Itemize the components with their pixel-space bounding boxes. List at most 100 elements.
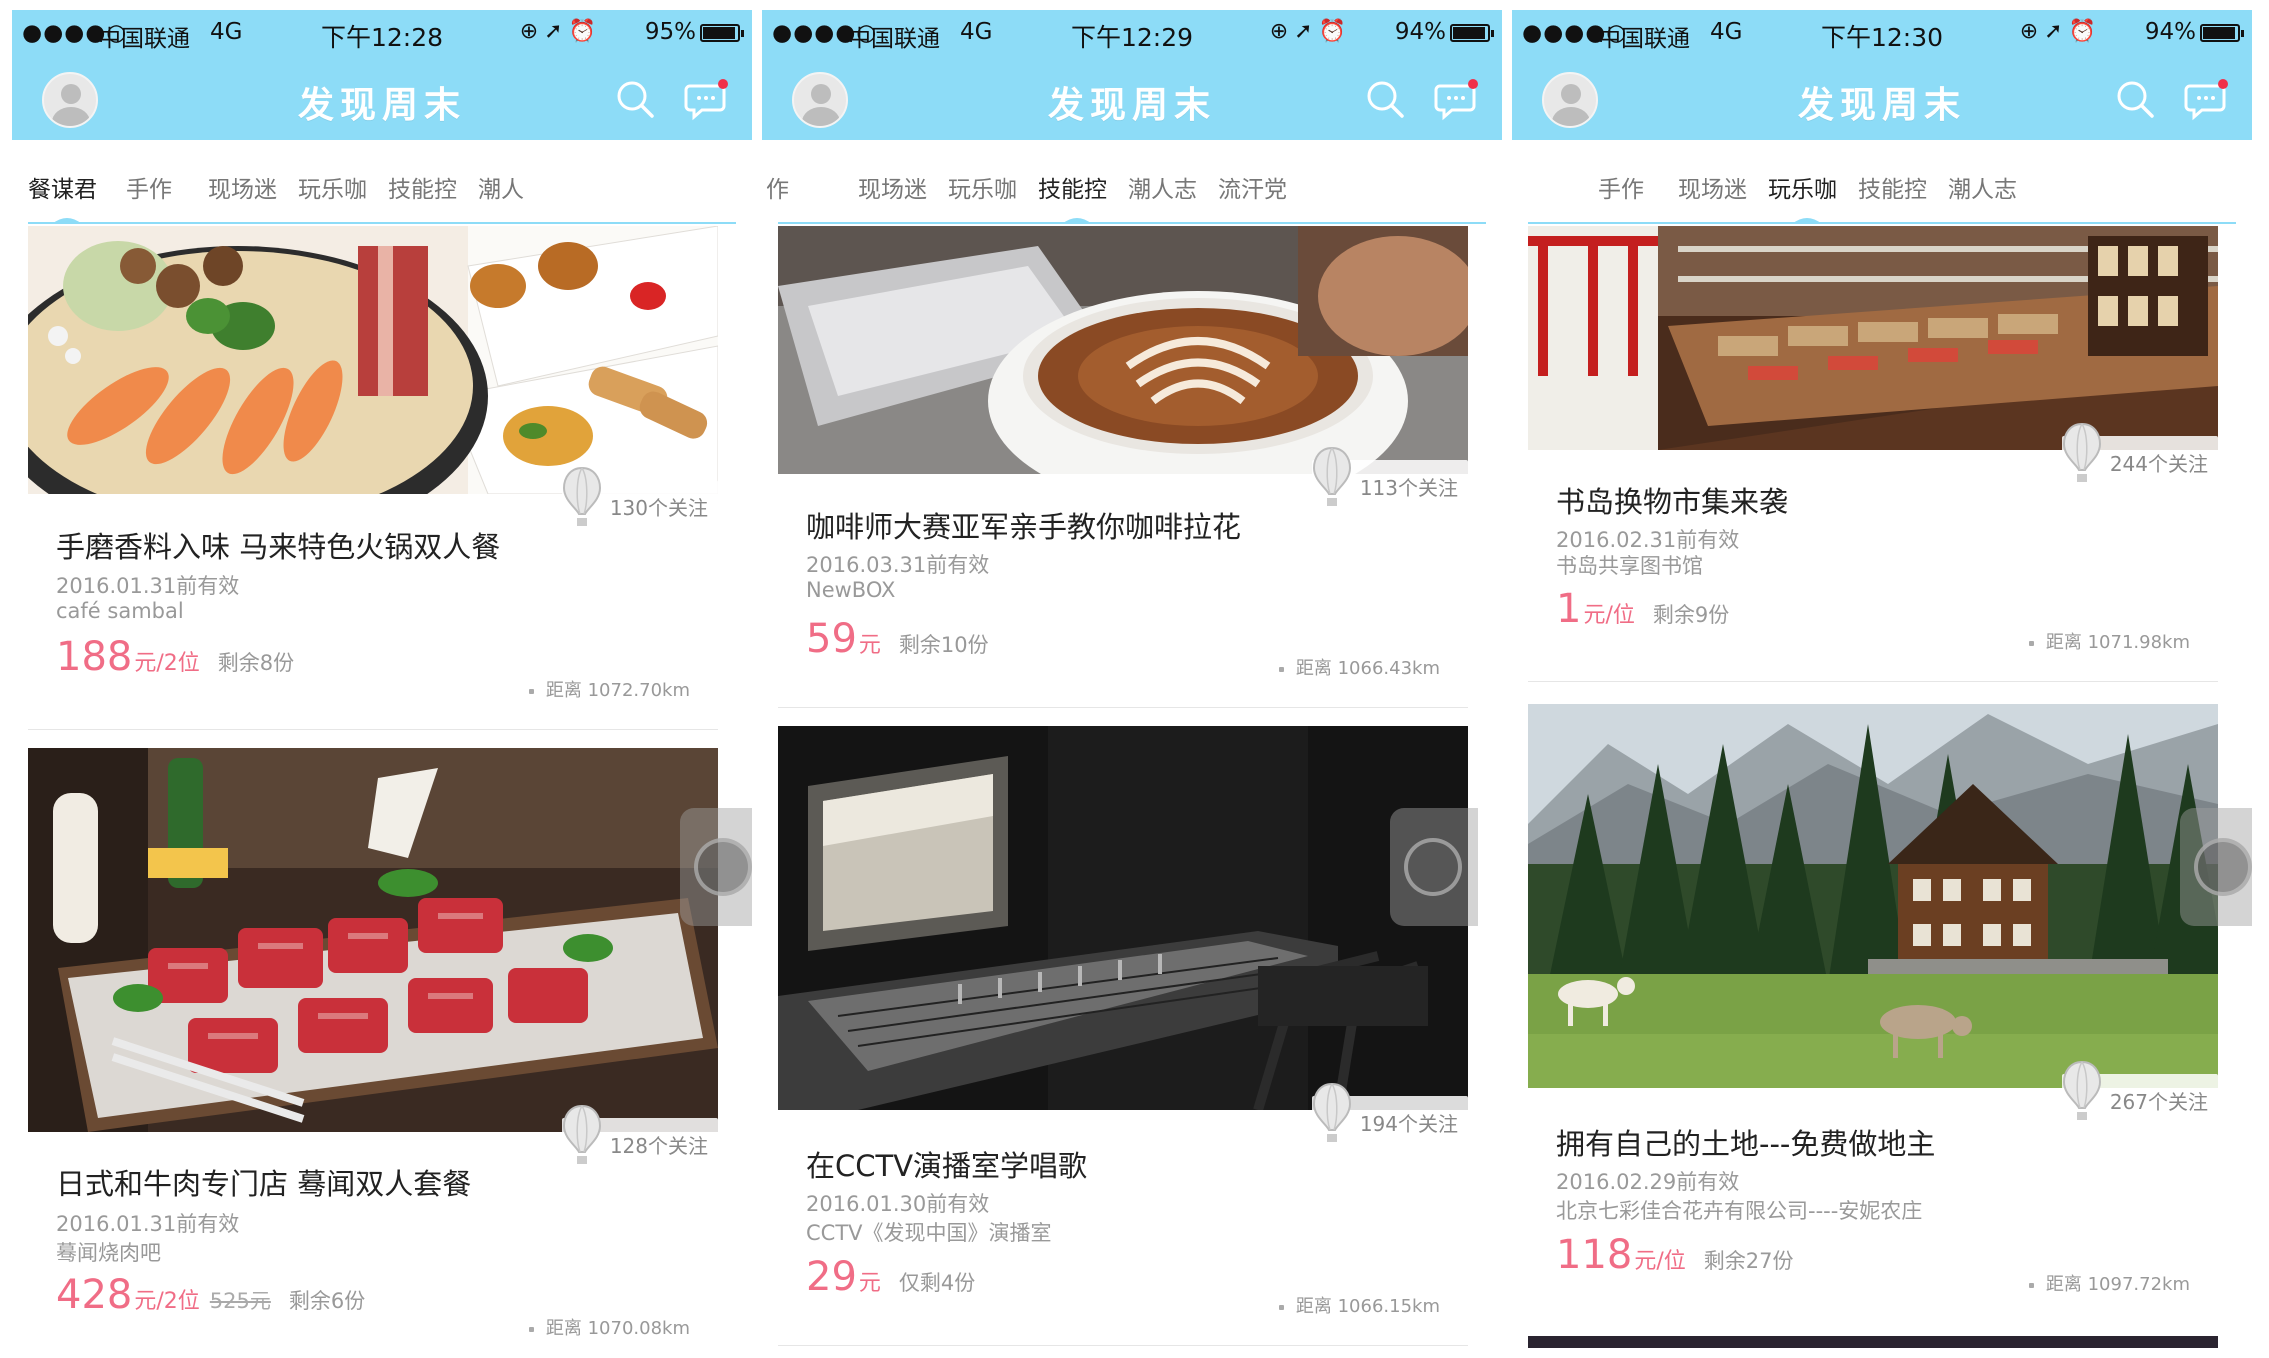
floating-assistive-button[interactable] <box>1390 808 1478 926</box>
status-time: 下午12:28 <box>320 23 444 52</box>
balloon-icon <box>562 466 602 528</box>
tab-chaoren[interactable]: 潮人 <box>478 170 524 204</box>
message-button[interactable] <box>684 76 730 122</box>
tab-jinengkong[interactable]: 技能控 <box>1858 170 1927 204</box>
follow-count-badge[interactable]: 113个关注 <box>1311 446 1468 506</box>
status-icons: ⊕➚⏰ <box>1270 19 1352 44</box>
deal-price-row: 1元/位 剩余9份 <box>1556 586 1729 632</box>
tab-wanleka[interactable]: 玩乐咖 <box>948 170 1017 204</box>
deal-card[interactable]: 267个关注 拥有自己的土地---免费做地主 2016.02.29前有效 北京七… <box>1528 704 2218 1304</box>
tab-wanleka[interactable]: 玩乐咖 <box>1768 170 1837 204</box>
tab-wanleka[interactable]: 玩乐咖 <box>298 170 367 204</box>
message-button[interactable] <box>2184 76 2230 122</box>
battery-percent: 95% <box>644 19 696 45</box>
deal-card[interactable]: 130个关注 手磨香料入味 马来特色火锅双人餐 2016.01.31前有效 ca… <box>28 226 718 730</box>
deal-venue: 北京七彩佳合花卉有限公司----安妮农庄 <box>1556 1199 1923 1223</box>
lock-icon: ⊕ <box>2019 19 2045 44</box>
lock-icon: ⊕ <box>519 19 545 44</box>
deal-card[interactable]: 194个关注 在CCTV演播室学唱歌 2016.01.30前有效 CCTV《发现… <box>778 726 1468 1346</box>
top-bar: ●●●●○ 中国联通 4G 下午12:29 ⊕➚⏰ 94% 发现周末 <box>762 10 1502 140</box>
deal-title: 书岛换物市集来袭 <box>1556 485 1789 519</box>
follow-count: 244个关注 <box>2109 452 2208 476</box>
deal-price: 428 <box>56 1272 133 1318</box>
location-arrow-icon: ➚ <box>1294 19 1319 44</box>
floating-assistive-button[interactable] <box>680 808 752 926</box>
follow-count-badge[interactable]: 244个关注 <box>2061 422 2218 482</box>
deal-card-partial[interactable] <box>1528 1336 2218 1348</box>
search-button[interactable] <box>2112 76 2158 122</box>
deal-distance: 距离 1066.15km <box>1278 1292 1440 1318</box>
tab-xianchangmi[interactable]: 现场迷 <box>208 170 277 204</box>
deal-distance-text: 距离 1071.98km <box>2045 632 2190 653</box>
floating-assistive-button[interactable] <box>2180 808 2252 926</box>
deal-title: 在CCTV演播室学唱歌 <box>806 1149 1088 1183</box>
deal-distance-text: 距离 1066.15km <box>1295 1296 1440 1317</box>
top-bar: ●●●●○ 中国联通 4G 下午12:30 ⊕➚⏰ 94% 发现周末 <box>1512 10 2252 140</box>
search-button[interactable] <box>612 76 658 122</box>
tab-chaorenzhi[interactable]: 潮人志 <box>1128 170 1197 204</box>
alarm-icon: ⏰ <box>2068 19 2102 44</box>
tab-canmoujun[interactable]: 餐谋君 <box>28 170 97 204</box>
card-divider <box>1528 681 2218 682</box>
search-icon <box>617 81 654 118</box>
tab-shouzuo[interactable]: 作 <box>766 170 789 204</box>
deal-venue: 书岛共享图书馆 <box>1556 554 1703 578</box>
deal-distance-text: 距离 1072.70km <box>545 680 690 701</box>
deal-price-row: 188元/2位 剩余8份 <box>56 634 294 680</box>
battery-percent: 94% <box>1394 19 1446 45</box>
message-button[interactable] <box>1434 76 1480 122</box>
deal-card[interactable]: 244个关注 书岛换物市集来袭 2016.02.31前有效 书岛共享图书馆 1元… <box>1528 226 2218 682</box>
deal-price-unit: 元 <box>858 633 881 658</box>
card-divider <box>778 1345 1468 1346</box>
tab-jinengkong[interactable]: 技能控 <box>388 170 457 204</box>
deal-card[interactable]: 113个关注 咖啡师大赛亚军亲手教你咖啡拉花 2016.03.31前有效 New… <box>778 226 1468 708</box>
tab-shouzuo[interactable]: 手作 <box>126 170 172 204</box>
deal-distance: 距离 1071.98km <box>2028 628 2190 654</box>
follow-count: 130个关注 <box>609 496 708 520</box>
deal-price: 118 <box>1556 1232 1633 1278</box>
deal-venue: CCTV《发现中国》演播室 <box>806 1221 1052 1245</box>
screenshots-collage: ●●●●○ 中国联通 4G 下午12:28 ⊕➚⏰ 95% 发现周末 餐谋君 手… <box>0 0 2269 1358</box>
status-bar: ●●●●○ 中国联通 4G 下午12:29 ⊕➚⏰ 94% <box>762 10 1502 56</box>
tab-liuhandang[interactable]: 流汗党 <box>1218 170 1287 204</box>
follow-count-badge[interactable]: 130个关注 <box>561 466 718 526</box>
deal-distance-text: 距离 1070.08km <box>545 1318 690 1339</box>
tab-xianchangmi[interactable]: 现场迷 <box>1678 170 1747 204</box>
tab-active-indicator <box>1792 214 1822 224</box>
tab-chaorenzhi[interactable]: 潮人志 <box>1948 170 2017 204</box>
alarm-icon: ⏰ <box>1318 19 1352 44</box>
follow-count: 267个关注 <box>2109 1090 2208 1114</box>
tab-xianchangmi[interactable]: 现场迷 <box>858 170 927 204</box>
deal-price-row: 29元 仅剩4份 <box>806 1254 975 1300</box>
tab-underline <box>778 222 1486 224</box>
search-button[interactable] <box>1362 76 1408 122</box>
battery-percent: 94% <box>2144 19 2196 45</box>
deal-price-unit: 元/位 <box>1634 1249 1686 1274</box>
phone-screen-1: ●●●●○ 中国联通 4G 下午12:28 ⊕➚⏰ 95% 发现周末 餐谋君 手… <box>12 10 752 1348</box>
tab-shouzuo[interactable]: 手作 <box>1598 170 1644 204</box>
deal-venue: café sambal <box>56 599 184 623</box>
phone-screen-2: ●●●●○ 中国联通 4G 下午12:29 ⊕➚⏰ 94% 发现周末 作 现场迷… <box>762 10 1502 1348</box>
message-icon <box>1434 79 1478 121</box>
deal-venue: 蓦闻烧肉吧 <box>56 1241 161 1265</box>
deal-photo <box>1528 226 2218 450</box>
lock-icon: ⊕ <box>1269 19 1295 44</box>
status-bar: ●●●●○ 中国联通 4G 下午12:28 ⊕➚⏰ 95% <box>12 10 752 56</box>
deal-distance: 距离 1072.70km <box>528 676 690 702</box>
tab-jinengkong[interactable]: 技能控 <box>1038 170 1107 204</box>
balloon-icon <box>1312 446 1352 508</box>
deal-valid-until: 2016.01.31前有效 <box>56 1212 240 1236</box>
deal-card[interactable]: 128个关注 日式和牛肉专门店 蓦闻双人套餐 2016.01.31前有效 蓦闻烧… <box>28 748 718 1348</box>
follow-count-badge[interactable]: 267个关注 <box>2061 1060 2218 1120</box>
deal-distance-text: 距离 1097.72km <box>2045 1274 2190 1295</box>
battery-fill <box>2203 27 2235 39</box>
tab-underline <box>28 222 736 224</box>
deal-photo <box>28 226 718 494</box>
tab-active-indicator <box>52 214 82 224</box>
follow-count-badge[interactable]: 194个关注 <box>1311 1082 1468 1142</box>
deal-price-row: 59元 剩余10份 <box>806 616 989 662</box>
follow-count-badge[interactable]: 128个关注 <box>561 1104 718 1164</box>
deal-remaining: 剩余27份 <box>1703 1249 1794 1273</box>
alarm-icon: ⏰ <box>568 19 602 44</box>
status-bar: ●●●●○ 中国联通 4G 下午12:30 ⊕➚⏰ 94% <box>1512 10 2252 56</box>
